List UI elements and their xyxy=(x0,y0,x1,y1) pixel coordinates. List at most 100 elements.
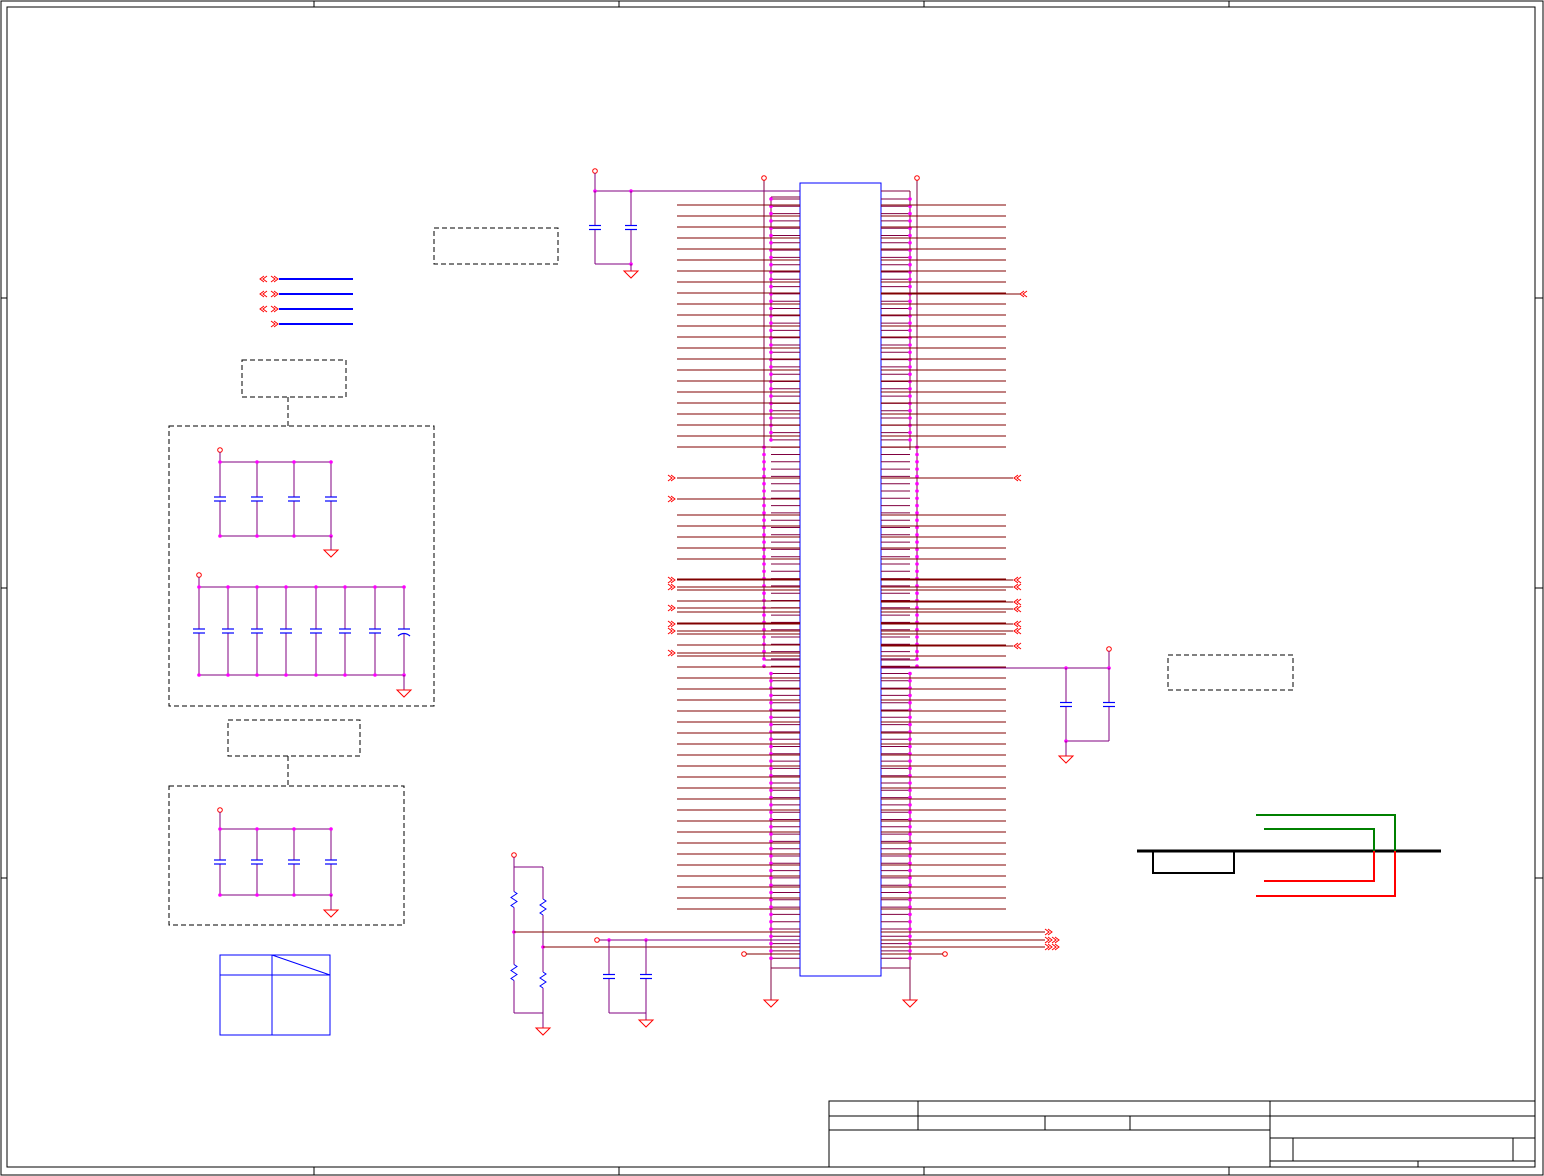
junction-dot xyxy=(908,430,912,435)
junction-dot xyxy=(762,511,766,515)
junction-dot xyxy=(915,481,919,486)
note-box xyxy=(1167,654,1294,691)
junction-dot xyxy=(762,613,766,617)
junction-dot xyxy=(226,673,230,677)
junction-dot xyxy=(769,343,773,347)
junction-dot xyxy=(769,781,773,785)
junction-dot xyxy=(762,569,766,574)
junction-dot xyxy=(762,496,766,501)
junction-dot xyxy=(908,912,912,917)
junction-dot xyxy=(908,744,912,749)
junction-dot xyxy=(329,827,333,831)
junction-dot xyxy=(769,671,773,676)
junction-dot xyxy=(908,788,912,793)
junction-dot xyxy=(769,328,773,333)
junction-dot xyxy=(908,941,912,946)
note-box xyxy=(227,719,361,757)
power-port-icon xyxy=(217,447,223,453)
junction-dot xyxy=(762,554,766,559)
junction-dot xyxy=(255,460,259,464)
junction-dot xyxy=(769,905,773,909)
junction-dot xyxy=(769,744,773,749)
junction-dot xyxy=(908,394,912,398)
decoupling-group-box xyxy=(168,785,405,926)
junction-dot xyxy=(908,357,912,362)
junction-dot xyxy=(915,569,919,574)
junction-dot xyxy=(769,759,773,763)
junction-dot xyxy=(769,956,773,960)
power-port-icon xyxy=(741,951,747,957)
port-arrow-icon xyxy=(1013,474,1022,482)
junction-dot xyxy=(218,460,222,464)
note-box xyxy=(433,227,559,265)
power-port-icon xyxy=(511,852,517,858)
junction-dot xyxy=(769,693,773,698)
junction-dot xyxy=(329,460,333,464)
junction-dot xyxy=(769,868,773,873)
junction-dot xyxy=(908,679,912,683)
junction-dot xyxy=(284,673,288,677)
junction-dot xyxy=(769,810,773,814)
junction-dot xyxy=(915,467,919,471)
decoupling-group-box xyxy=(168,425,435,707)
power-port-icon xyxy=(594,937,600,943)
junction-dot xyxy=(762,467,766,471)
port-arrow-icon xyxy=(667,620,676,628)
junction-dot xyxy=(908,927,912,931)
port-arrow-icon xyxy=(259,305,268,313)
junction-dot xyxy=(908,416,912,420)
junction-dot xyxy=(218,534,222,538)
junction-dot xyxy=(769,890,773,895)
junction-dot xyxy=(915,511,919,515)
port-arrow-icon xyxy=(1013,620,1022,628)
junction-dot xyxy=(292,827,296,831)
ground-icon xyxy=(901,999,919,1008)
junction-dot xyxy=(908,387,912,391)
junction-dot xyxy=(769,737,773,741)
junction-dot xyxy=(915,518,919,522)
port-arrow-icon xyxy=(1044,928,1053,936)
junction-dot xyxy=(292,893,296,897)
junction-dot xyxy=(762,460,766,464)
junction-dot xyxy=(769,803,773,807)
junction-dot xyxy=(769,321,773,325)
junction-dot xyxy=(915,503,919,508)
junction-dot xyxy=(769,255,773,260)
junction-dot xyxy=(769,387,773,391)
junction-dot xyxy=(373,585,377,589)
junction-dot xyxy=(908,693,912,698)
port-arrow-icon xyxy=(667,627,676,635)
ground-icon xyxy=(762,999,780,1008)
junction-dot xyxy=(762,452,766,457)
junction-dot xyxy=(769,241,773,245)
junction-dot xyxy=(915,533,919,537)
port-arrow-icon xyxy=(667,474,676,482)
junction-dot xyxy=(908,781,912,785)
junction-dot xyxy=(769,372,773,377)
junction-dot xyxy=(908,832,912,836)
junction-dot xyxy=(769,357,773,362)
junction-dot xyxy=(343,673,347,677)
junction-dot xyxy=(908,934,912,939)
junction-dot xyxy=(769,898,773,902)
junction-dot xyxy=(908,919,912,924)
junction-dot xyxy=(769,876,773,880)
junction-dot xyxy=(908,825,912,829)
junction-dot xyxy=(908,299,912,304)
junction-dot xyxy=(908,868,912,873)
junction-dot xyxy=(908,219,912,223)
schematic-sheet xyxy=(0,0,1544,1176)
ground-icon xyxy=(534,1027,552,1036)
junction-dot xyxy=(908,255,912,260)
junction-dot xyxy=(769,766,773,771)
junction-dot xyxy=(762,518,766,522)
resistor-icon xyxy=(539,971,547,989)
junction-dot xyxy=(908,876,912,880)
junction-dot xyxy=(769,722,773,727)
junction-dot xyxy=(915,657,919,661)
port-arrow-icon xyxy=(270,290,279,298)
junction-dot xyxy=(908,722,912,727)
port-arrow-icon xyxy=(667,649,676,657)
junction-dot xyxy=(908,335,912,340)
diff-pair-green xyxy=(1264,828,1375,851)
